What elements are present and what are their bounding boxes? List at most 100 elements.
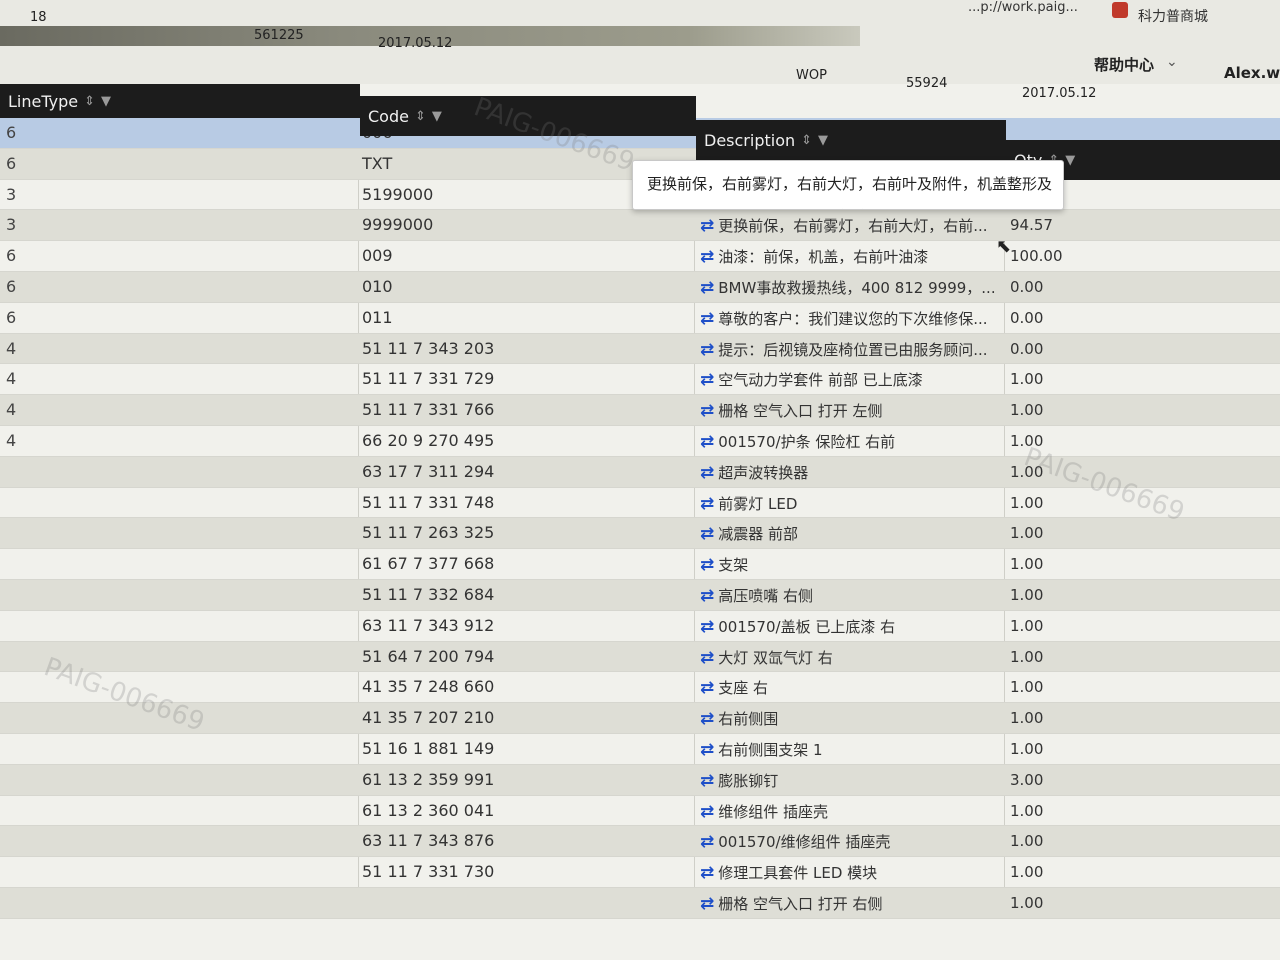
swap-arrows-icon[interactable]: ⇄	[700, 432, 714, 452]
swap-arrows-icon[interactable]: ⇄	[700, 709, 714, 729]
description-text: 修理工具套件 LED 模块	[718, 864, 878, 883]
description-text: 支座 右	[718, 679, 769, 698]
description-cell: ⇄ 维修组件 插座壳	[700, 801, 1000, 822]
swap-arrows-icon[interactable]: ⇄	[700, 524, 714, 544]
table-row[interactable]: ⇄ 栅格 空气入口 打开 右侧 1.00	[0, 887, 1280, 919]
swap-arrows-icon[interactable]: ⇄	[700, 309, 714, 329]
help-center-link[interactable]: 帮助中心	[1094, 54, 1154, 75]
swap-arrows-icon[interactable]: ⇄	[700, 894, 714, 914]
mouse-cursor-icon: ⬉	[996, 236, 1012, 257]
linetype-cell: 4	[6, 369, 17, 389]
table-row[interactable]: 6 009 ⇄ 油漆：前保，机盖，右前叶油漆 100.00	[0, 241, 1280, 272]
swap-arrows-icon[interactable]: ⇄	[700, 771, 714, 791]
linetype-cell: 6	[6, 246, 17, 266]
swap-arrows-icon[interactable]: ⇄	[700, 802, 714, 822]
filter-icon[interactable]: ▼	[1065, 153, 1075, 168]
swap-arrows-icon[interactable]: ⇄	[700, 617, 714, 637]
linetype-cell: 4	[6, 430, 17, 450]
table-row[interactable]: 4 51 11 7 331 729 ⇄ 空气动力学套件 前部 已上底漆 1.00	[0, 364, 1280, 396]
description-text: BMW事故救援热线，400 812 9999，...	[718, 278, 996, 297]
column-header-label: LineType	[8, 91, 79, 111]
table-row[interactable]: 6 011 ⇄ 尊敬的客户：我们建议您的下次维修保... 0.00	[0, 303, 1280, 334]
table-row[interactable]: 63 11 7 343 876 ⇄ 001570/维修组件 插座壳 1.00	[0, 826, 1280, 858]
table-row[interactable]: 41 35 7 207 210 ⇄ 右前侧围 1.00	[0, 703, 1280, 734]
description-cell: ⇄ 右前侧围支架 1	[700, 739, 1000, 760]
description-cell: ⇄ 高压喷嘴 右侧	[700, 585, 1000, 606]
table-row[interactable]: 51 11 7 332 684 ⇄ 高压喷嘴 右侧 1.00	[0, 579, 1280, 611]
table-row[interactable]: 61 13 2 360 041 ⇄ 维修组件 插座壳 1.00	[0, 796, 1280, 827]
sort-icon[interactable]: ⇕	[801, 133, 812, 148]
table-row[interactable]: 51 11 7 263 325 ⇄ 减震器 前部 1.00	[0, 518, 1280, 550]
description-cell: ⇄ 更换前保，右前雾灯，右前大灯，右前...	[700, 215, 1000, 236]
qty-cell: 1.00	[1010, 678, 1044, 697]
qty-cell: 1.00	[1010, 863, 1044, 882]
code-cell: 51 11 7 331 729	[362, 369, 495, 389]
swap-arrows-icon[interactable]: ⇄	[700, 678, 714, 698]
browser-url[interactable]: ...p://work.paig...	[968, 0, 1078, 15]
table-row[interactable]: 63 17 7 311 294 ⇄ 超声波转换器 1.00	[0, 456, 1280, 488]
code-cell: 63 17 7 311 294	[362, 461, 495, 481]
swap-arrows-icon[interactable]: ⇄	[700, 863, 714, 883]
filter-icon[interactable]: ▼	[101, 94, 111, 109]
description-cell: ⇄ 右前侧围	[700, 708, 1000, 729]
table-row[interactable]: 51 11 7 331 748 ⇄ 前雾灯 LED 1.00	[0, 488, 1280, 519]
swap-arrows-icon[interactable]: ⇄	[700, 247, 714, 267]
swap-arrows-icon[interactable]: ⇄	[700, 278, 714, 298]
table-row[interactable]: 51 16 1 881 149 ⇄ 右前侧围支架 1 1.00	[0, 734, 1280, 765]
code-cell: 63 11 7 343 876	[362, 831, 495, 851]
description-cell: ⇄ BMW事故救援热线，400 812 9999，...	[700, 277, 1000, 298]
code-cell: 61 67 7 377 668	[362, 554, 495, 574]
filter-icon[interactable]: ▼	[432, 109, 442, 124]
qty-cell: 1.00	[1010, 893, 1044, 912]
swap-arrows-icon[interactable]: ⇄	[700, 340, 714, 360]
code-cell: 51 11 7 331 730	[362, 862, 495, 882]
code-cell: 51 11 7 331 766	[362, 400, 495, 420]
swap-arrows-icon[interactable]: ⇄	[700, 494, 714, 514]
code-cell: 51 64 7 200 794	[362, 646, 495, 666]
swap-arrows-icon[interactable]: ⇄	[700, 740, 714, 760]
column-header-code[interactable]: Code ⇕ ▼	[360, 96, 696, 136]
qty-cell: 1.00	[1010, 801, 1044, 820]
user-name[interactable]: Alex.we.	[1224, 64, 1280, 82]
swap-arrows-icon[interactable]: ⇄	[700, 586, 714, 606]
table-row[interactable]: 63 11 7 343 912 ⇄ 001570/盖板 已上底漆 右 1.00	[0, 611, 1280, 642]
chevron-down-icon[interactable]: ⌄	[1166, 54, 1178, 70]
bg-text: 18	[30, 10, 47, 25]
description-text: 提示：后视镜及座椅位置已由服务顾问...	[718, 340, 988, 359]
filter-icon[interactable]: ▼	[818, 133, 828, 148]
swap-arrows-icon[interactable]: ⇄	[700, 370, 714, 390]
code-cell: 41 35 7 207 210	[362, 708, 495, 728]
swap-arrows-icon[interactable]: ⇄	[700, 401, 714, 421]
description-cell: ⇄ 膨胀铆钉	[700, 770, 1000, 791]
table-row[interactable]: 61 67 7 377 668 ⇄ 支架 1.00	[0, 549, 1280, 580]
shop-link[interactable]: 科力普商城	[1138, 6, 1208, 26]
column-header-description[interactable]: Description ⇕ ▼	[696, 120, 1006, 160]
table-row[interactable]: 6 010 ⇄ BMW事故救援热线，400 812 9999，... 0.00	[0, 271, 1280, 303]
swap-arrows-icon[interactable]: ⇄	[700, 216, 714, 236]
table-row[interactable]: 4 51 11 7 343 203 ⇄ 提示：后视镜及座椅位置已由服务顾问... 0.0…	[0, 333, 1280, 365]
table-row[interactable]: 3 9999000 ⇄ 更换前保，右前雾灯，右前大灯，右前... 94.57	[0, 210, 1280, 242]
sort-icon[interactable]: ⇕	[415, 109, 426, 124]
column-header-linetype[interactable]: LineType ⇕ ▼	[0, 84, 360, 118]
qty-cell: 100.00	[1010, 247, 1063, 266]
description-cell: ⇄ 空气动力学套件 前部 已上底漆	[700, 369, 1000, 390]
bg-text: 2017.05.12	[1022, 86, 1097, 101]
table-row[interactable]: 4 66 20 9 270 495 ⇄ 001570/护条 保险杠 右前 1.00	[0, 426, 1280, 457]
swap-arrows-icon[interactable]: ⇄	[700, 555, 714, 575]
qty-cell: 1.00	[1010, 462, 1044, 481]
top-bar: 18 561225 2017.05.12 WOP 55924 2017.05.1…	[0, 0, 1280, 101]
bg-text: 2017.05.12	[378, 36, 453, 51]
table-row[interactable]: 61 13 2 359 991 ⇄ 膨胀铆钉 3.00	[0, 764, 1280, 796]
table-row[interactable]: 51 11 7 331 730 ⇄ 修理工具套件 LED 模块 1.00	[0, 857, 1280, 888]
swap-arrows-icon[interactable]: ⇄	[700, 463, 714, 483]
description-text: 001570/盖板 已上底漆 右	[718, 617, 896, 636]
swap-arrows-icon[interactable]: ⇄	[700, 832, 714, 852]
swap-arrows-icon[interactable]: ⇄	[700, 648, 714, 668]
table-row[interactable]: 4 51 11 7 331 766 ⇄ 栅格 空气入口 打开 左侧 1.00	[0, 395, 1280, 426]
table-row[interactable]: 41 35 7 248 660 ⇄ 支座 右 1.00	[0, 672, 1280, 704]
shop-icon[interactable]	[1112, 2, 1128, 18]
table-row[interactable]: 51 64 7 200 794 ⇄ 大灯 双氙气灯 右 1.00	[0, 641, 1280, 673]
sort-icon[interactable]: ⇕	[84, 94, 95, 109]
description-cell: ⇄ 油漆：前保，机盖，右前叶油漆	[700, 246, 1000, 267]
qty-cell: 1.00	[1010, 616, 1044, 635]
